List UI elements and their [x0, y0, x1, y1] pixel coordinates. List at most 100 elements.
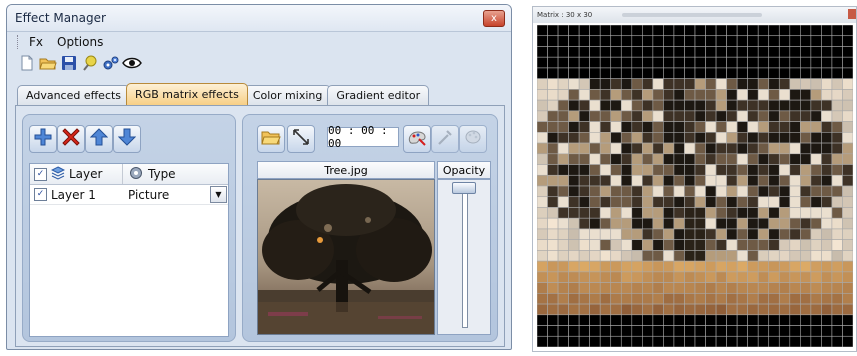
matrix-cell[interactable]: [726, 239, 738, 251]
matrix-cell[interactable]: [589, 217, 601, 230]
matrix-cell[interactable]: [831, 325, 843, 337]
matrix-cell[interactable]: [694, 110, 706, 122]
matrix-cell[interactable]: [736, 314, 748, 326]
matrix-cell[interactable]: [537, 99, 548, 112]
matrix-cell[interactable]: [810, 142, 822, 155]
matrix-cell[interactable]: [589, 260, 601, 273]
matrix-cell[interactable]: [705, 46, 717, 58]
matrix-cell[interactable]: [715, 282, 727, 294]
matrix-cell[interactable]: [610, 271, 622, 283]
matrix-cell[interactable]: [642, 110, 654, 122]
matrix-cell[interactable]: [620, 142, 633, 155]
matrix-cell[interactable]: [726, 164, 738, 176]
matrix-cell[interactable]: [747, 78, 759, 90]
matrix-cell[interactable]: [620, 132, 633, 144]
matrix-cell[interactable]: [747, 282, 759, 294]
matrix-cell[interactable]: [652, 217, 664, 230]
matrix-cell[interactable]: [789, 239, 801, 251]
matrix-cell[interactable]: [800, 132, 812, 144]
matrix-cell[interactable]: [768, 239, 780, 251]
matrix-cell[interactable]: [610, 35, 622, 47]
resize-button[interactable]: [287, 125, 315, 153]
matrix-cell[interactable]: [757, 164, 770, 176]
matrix-cell[interactable]: [578, 207, 590, 219]
matrix-cell[interactable]: [842, 196, 853, 208]
matrix-cell[interactable]: [757, 78, 770, 90]
matrix-cell[interactable]: [547, 25, 559, 37]
matrix-cell[interactable]: [599, 207, 612, 219]
matrix-cell[interactable]: [736, 56, 748, 69]
matrix-cell[interactable]: [821, 282, 833, 294]
matrix-cell[interactable]: [831, 196, 843, 208]
matrix-cell[interactable]: [684, 164, 696, 176]
matrix-cell[interactable]: [821, 46, 833, 58]
matrix-cell[interactable]: [726, 67, 738, 79]
matrix-cell[interactable]: [642, 25, 654, 37]
matrix-cell[interactable]: [663, 174, 675, 187]
matrix-cell[interactable]: [694, 239, 706, 251]
matrix-cell[interactable]: [620, 228, 633, 240]
matrix-cell[interactable]: [610, 25, 622, 37]
matrix-cell[interactable]: [673, 303, 685, 316]
matrix-cell[interactable]: [821, 56, 833, 69]
matrix-cell[interactable]: [631, 174, 643, 187]
matrix-cell[interactable]: [715, 293, 727, 305]
matrix-cell[interactable]: [589, 153, 601, 165]
matrix-cell[interactable]: [694, 99, 706, 112]
matrix-cell[interactable]: [610, 293, 622, 305]
opacity-slider[interactable]: [437, 179, 491, 335]
matrix-cell[interactable]: [557, 260, 569, 273]
matrix-cell[interactable]: [778, 35, 791, 47]
matrix-cell[interactable]: [789, 35, 801, 47]
open-folder-icon[interactable]: [38, 53, 58, 73]
matrix-cell[interactable]: [705, 67, 717, 79]
matrix-cell[interactable]: [842, 228, 853, 240]
matrix-cell[interactable]: [557, 46, 569, 58]
matrix-cell[interactable]: [631, 239, 643, 251]
matrix-cell[interactable]: [778, 164, 791, 176]
matrix-cell[interactable]: [610, 207, 622, 219]
matrix-cell[interactable]: [578, 196, 590, 208]
matrix-cell[interactable]: [568, 314, 580, 326]
matrix-cell[interactable]: [821, 121, 833, 133]
matrix-cell[interactable]: [842, 89, 853, 101]
matrix-cell[interactable]: [778, 228, 791, 240]
matrix-cell[interactable]: [547, 250, 559, 262]
matrix-cell[interactable]: [789, 78, 801, 90]
matrix-cell[interactable]: [810, 110, 822, 122]
matrix-cell[interactable]: [610, 99, 622, 112]
matrix-cell[interactable]: [599, 25, 612, 37]
matrix-cell[interactable]: [673, 325, 685, 337]
matrix-cell[interactable]: [610, 335, 622, 347]
matrix-cell[interactable]: [778, 271, 791, 283]
matrix-cell[interactable]: [642, 142, 654, 155]
menu-options[interactable]: Options: [57, 35, 103, 49]
matrix-cell[interactable]: [568, 217, 580, 230]
matrix-cell[interactable]: [715, 196, 727, 208]
matrix-cell[interactable]: [578, 185, 590, 198]
matrix-cell[interactable]: [726, 217, 738, 230]
matrix-cell[interactable]: [610, 89, 622, 101]
matrix-cell[interactable]: [663, 142, 675, 155]
matrix-cell[interactable]: [768, 185, 780, 198]
matrix-cell[interactable]: [568, 121, 580, 133]
matrix-cell[interactable]: [578, 228, 590, 240]
matrix-cell[interactable]: [642, 78, 654, 90]
matrix-cell[interactable]: [705, 35, 717, 47]
matrix-cell[interactable]: [715, 89, 727, 101]
matrix-cell[interactable]: [663, 132, 675, 144]
matrix-cell[interactable]: [537, 228, 548, 240]
matrix-cell[interactable]: [610, 217, 622, 230]
matrix-cell[interactable]: [821, 207, 833, 219]
matrix-cell[interactable]: [652, 99, 664, 112]
matrix-cell[interactable]: [736, 335, 748, 347]
matrix-cell[interactable]: [578, 56, 590, 69]
matrix-cell[interactable]: [757, 110, 770, 122]
matrix-cell[interactable]: [726, 99, 738, 112]
matrix-cell[interactable]: [747, 217, 759, 230]
matrix-cell[interactable]: [694, 164, 706, 176]
matrix-cell[interactable]: [768, 56, 780, 69]
matrix-cell[interactable]: [726, 228, 738, 240]
matrix-cell[interactable]: [821, 35, 833, 47]
matrix-cell[interactable]: [557, 78, 569, 90]
